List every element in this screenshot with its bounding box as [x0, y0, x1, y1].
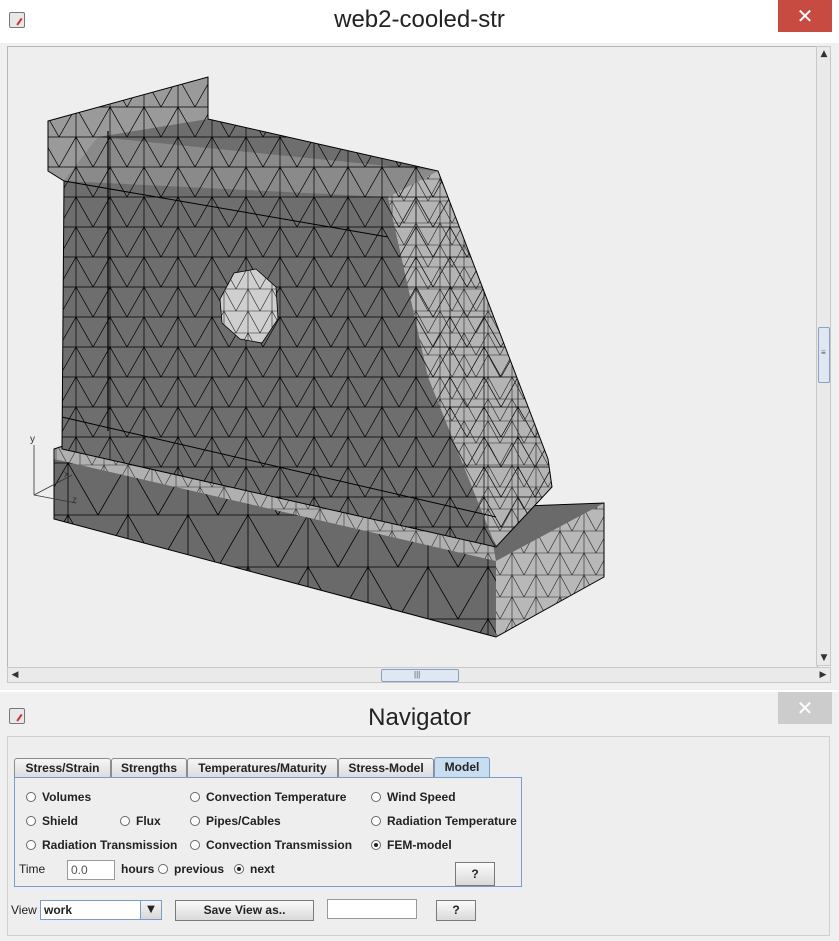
- grip-icon: |||: [414, 670, 421, 679]
- scroll-up-icon[interactable]: ▲: [817, 47, 831, 61]
- navigator-close-button[interactable]: ✕: [778, 692, 832, 724]
- view-label: View: [11, 903, 37, 917]
- tab-stress-model[interactable]: Stress-Model: [338, 758, 434, 777]
- radio-circle-icon: [190, 792, 200, 802]
- scroll-right-icon[interactable]: ▶: [816, 668, 830, 682]
- vertical-scroll-thumb[interactable]: ≡: [818, 327, 830, 383]
- radio-circle-icon: [190, 840, 200, 850]
- tab-strengths[interactable]: Strengths: [111, 758, 187, 777]
- radio-selected-icon: [234, 864, 244, 874]
- time-label: Time: [19, 862, 46, 876]
- view-select[interactable]: work ▼: [40, 900, 162, 920]
- radio-circle-icon: [371, 816, 381, 826]
- viewer-window: web2-cooled-str ✕ y x z ▲ ≡ ▼ ◀ ||| ▶: [0, 0, 839, 690]
- radio-wind-speed[interactable]: Wind Speed: [371, 789, 456, 805]
- save-view-button[interactable]: Save View as..: [175, 900, 314, 921]
- radio-circle-icon: [120, 816, 130, 826]
- radio-radiation-temperature[interactable]: Radiation Temperature: [371, 813, 517, 829]
- vertical-scrollbar[interactable]: ▲ ≡ ▼: [816, 46, 831, 666]
- view-name-input[interactable]: [327, 899, 417, 919]
- radio-circle-icon: [26, 840, 36, 850]
- navigator-title: Navigator: [368, 704, 471, 731]
- radio-convection-temperature[interactable]: Convection Temperature: [190, 789, 346, 805]
- viewer-titlebar: web2-cooled-str ✕: [0, 0, 839, 43]
- fem-model-view[interactable]: y x z: [7, 46, 818, 668]
- tab-model[interactable]: Model: [434, 757, 490, 777]
- grip-icon: ≡: [821, 348, 826, 357]
- radio-selected-icon: [371, 840, 381, 850]
- time-input[interactable]: 0.0: [67, 860, 115, 880]
- fem-mesh-render: y x z: [30, 76, 605, 638]
- scroll-left-icon[interactable]: ◀: [8, 668, 22, 682]
- radio-circle-icon: [26, 792, 36, 802]
- radio-circle-icon: [190, 816, 200, 826]
- radio-convection-transmission[interactable]: Convection Transmission: [190, 837, 352, 853]
- hours-label: hours: [121, 862, 155, 876]
- axis-label-z: z: [72, 495, 77, 506]
- radio-pipes-cables[interactable]: Pipes/Cables: [190, 813, 281, 829]
- scroll-down-icon[interactable]: ▼: [817, 651, 831, 665]
- horizontal-scrollbar[interactable]: ◀ ||| ▶: [7, 667, 831, 683]
- radio-flux[interactable]: Flux: [120, 813, 161, 829]
- viewer-title: web2-cooled-str: [334, 6, 505, 33]
- tab-temperatures-maturity[interactable]: Temperatures/Maturity: [187, 758, 338, 777]
- tab-stress-strain[interactable]: Stress/Strain: [14, 758, 111, 777]
- axis-label-x: x: [64, 469, 69, 480]
- chevron-down-icon[interactable]: ▼: [140, 901, 161, 919]
- radio-fem-model[interactable]: FEM-model: [371, 837, 452, 853]
- radio-next[interactable]: next: [234, 861, 275, 877]
- view-help-button[interactable]: ?: [436, 900, 476, 921]
- horizontal-scroll-thumb[interactable]: |||: [381, 669, 459, 682]
- radio-circle-icon: [371, 792, 381, 802]
- radio-circle-icon: [26, 816, 36, 826]
- radio-radiation-transmission[interactable]: Radiation Transmission: [26, 837, 177, 853]
- axis-label-y: y: [30, 434, 35, 445]
- radio-volumes[interactable]: Volumes: [26, 789, 91, 805]
- view-selected-value: work: [44, 903, 73, 917]
- viewer-close-button[interactable]: ✕: [778, 0, 832, 32]
- radio-previous[interactable]: previous: [158, 861, 224, 877]
- model-help-button[interactable]: ?: [455, 862, 495, 886]
- radio-shield[interactable]: Shield: [26, 813, 78, 829]
- radio-circle-icon: [158, 864, 168, 874]
